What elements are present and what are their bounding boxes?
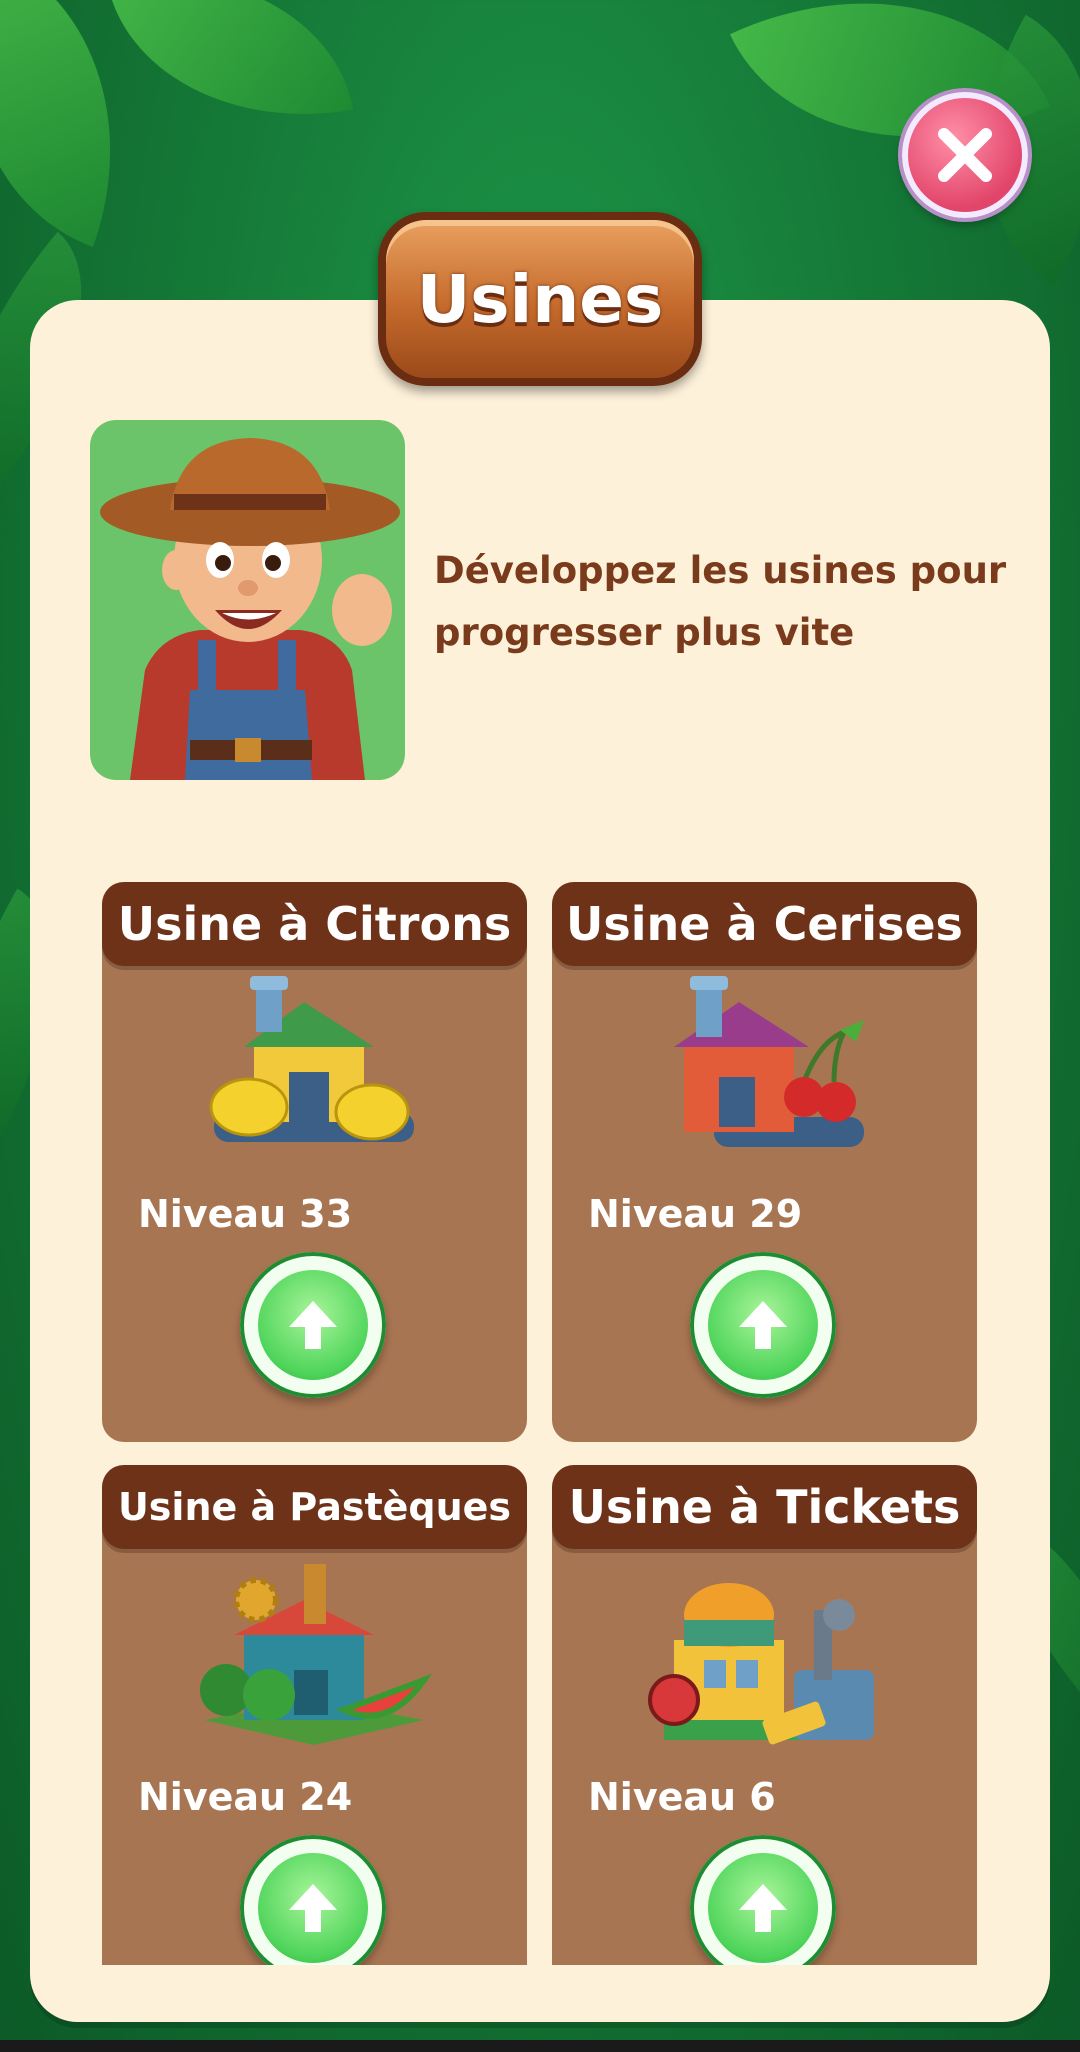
system-nav-bar — [0, 2040, 1080, 2052]
upgrade-button[interactable] — [690, 1252, 836, 1398]
factory-card-cherry: Usine à Cerises Niveau 29 — [552, 882, 977, 1442]
ticket-factory-icon — [648, 1583, 874, 1745]
farmer-icon — [100, 438, 400, 780]
cherry-factory-icon — [674, 976, 864, 1147]
factory-name: Usine à Cerises — [552, 882, 977, 966]
background-leaf — [106, 0, 354, 148]
factory-name: Usine à Pastèques — [102, 1465, 527, 1549]
title-banner: Usines — [378, 212, 702, 386]
factory-level: Niveau 24 — [138, 1775, 353, 1819]
factory-level: Niveau 29 — [588, 1192, 803, 1236]
close-button[interactable] — [902, 92, 1028, 218]
watermelon-factory-icon — [200, 1564, 433, 1745]
upgrade-button[interactable] — [240, 1835, 386, 1965]
factory-grid: Usine à Citrons Niveau 33 Usine à Cerise… — [100, 880, 980, 1965]
intro-text: Développez les usines pour progresser pl… — [434, 549, 1007, 654]
factory-name: Usine à Tickets — [552, 1465, 977, 1549]
arrow-up-icon — [289, 1884, 337, 1932]
factory-card-watermelon: Usine à Pastèques Niveau 24 — [102, 1465, 527, 1965]
page-title: Usines — [416, 260, 664, 338]
arrow-up-icon — [289, 1301, 337, 1349]
upgrade-button[interactable] — [690, 1835, 836, 1965]
factory-level: Niveau 6 — [588, 1775, 776, 1819]
arrow-up-icon — [739, 1884, 787, 1932]
factory-card-ticket: Usine à Tickets Niveau 6 — [552, 1465, 977, 1965]
close-icon — [938, 128, 992, 182]
factory-level: Niveau 33 — [138, 1192, 353, 1236]
farmer-avatar — [90, 420, 405, 780]
lemon-factory-icon — [209, 976, 414, 1142]
arrow-up-icon — [739, 1301, 787, 1349]
factory-name: Usine à Citrons — [102, 882, 527, 966]
factory-card-lemon: Usine à Citrons Niveau 33 — [102, 882, 527, 1442]
upgrade-button[interactable] — [240, 1252, 386, 1398]
